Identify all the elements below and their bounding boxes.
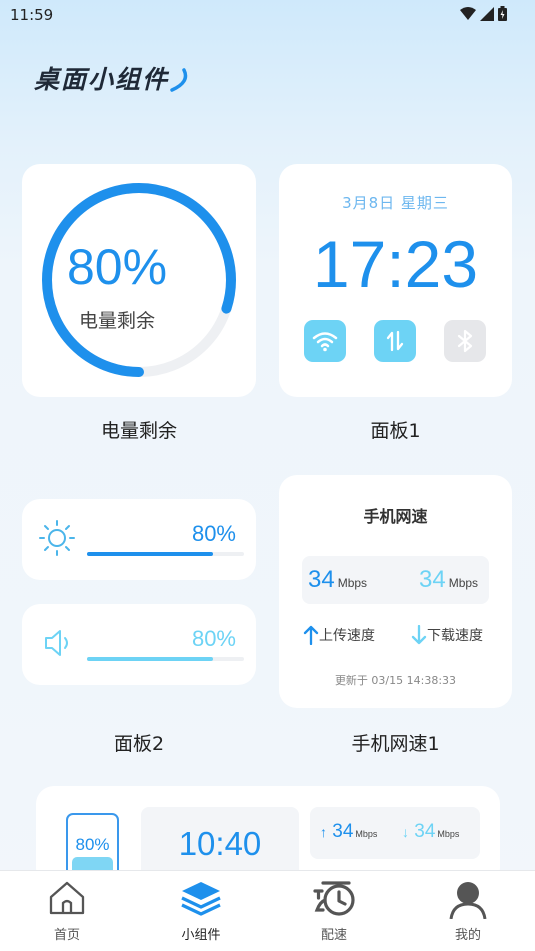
bottom-nav: 首页 小组件 配速 我的	[0, 870, 535, 951]
battery-caption: 电量剩余	[100, 420, 177, 442]
preview-upload-unit: Mbps	[355, 829, 378, 839]
wifi-icon	[312, 332, 338, 352]
nav-item-profile[interactable]: 我的	[418, 871, 518, 951]
volume-icon	[45, 630, 68, 656]
nav-item-pace[interactable]: 配速	[284, 871, 384, 951]
download-speed-value: 34	[419, 566, 446, 593]
cell-signal-icon	[480, 6, 494, 21]
panel2-caption: 面板2	[113, 733, 165, 755]
arrow-down-icon	[411, 625, 427, 645]
upload-label-text: 上传速度	[319, 628, 375, 644]
panel1-time: 17:23	[312, 227, 479, 301]
home-icon	[49, 881, 85, 915]
nav-label-widgets: 小组件	[181, 928, 221, 943]
network-widget-card[interactable]: 手机网速 34 Mbps 34 Mbps 上传速度 下载速度 更新于 03/15 1…	[279, 475, 512, 708]
preview-network: ↑ 34 Mbps ↓ 34 Mbps	[310, 807, 480, 859]
brightness-icon	[39, 520, 75, 556]
mobile-data-toggle[interactable]	[374, 320, 416, 362]
wifi-signal-icon	[460, 6, 476, 20]
battery-status-icon	[498, 6, 507, 21]
preview-arrow-down-icon: ↓	[402, 824, 409, 840]
nav-item-home[interactable]: 首页	[17, 871, 117, 951]
bluetooth-icon	[457, 329, 473, 353]
volume-widget-card[interactable]: 80%	[22, 604, 256, 685]
network-speed-box: 34 Mbps 34 Mbps	[302, 556, 489, 604]
upload-speed-unit: Mbps	[337, 576, 368, 590]
nav-label-home: 首页	[53, 928, 80, 943]
brightness-widget-card[interactable]: 80%	[22, 499, 256, 580]
preview-upload-value: 34	[332, 821, 354, 842]
preview-battery-percent: 80%	[75, 835, 110, 854]
nav-label-pace: 配速	[320, 928, 347, 943]
volume-slider-fill	[87, 657, 213, 661]
status-icons	[460, 6, 507, 21]
panel1-date: 3月8日 星期三	[342, 194, 449, 212]
upload-label: 上传速度	[303, 625, 375, 645]
battery-subtitle: 电量剩余	[78, 310, 155, 332]
preview-download: ↓ 34 Mbps	[402, 821, 459, 843]
title-swoosh-decoration	[170, 68, 188, 92]
data-transfer-icon	[386, 330, 404, 352]
nav-label-profile: 我的	[454, 928, 481, 943]
wifi-toggle[interactable]	[304, 320, 346, 362]
network-title: 手机网速	[363, 507, 428, 526]
preview-upload: ↑ 34 Mbps	[320, 821, 377, 843]
upload-speed: 34 Mbps	[308, 566, 367, 594]
download-speed-unit: Mbps	[448, 576, 479, 590]
download-label-text: 下载速度	[427, 628, 483, 644]
preview-download-unit: Mbps	[437, 829, 460, 839]
network-updated-time: 更新于 03/15 14:38:33	[334, 674, 457, 687]
bluetooth-toggle[interactable]	[444, 320, 486, 362]
download-speed: 34 Mbps	[419, 566, 478, 594]
page-title: 桌面小组件	[34, 65, 170, 94]
brightness-slider-fill	[87, 552, 213, 556]
status-time: 11:59	[10, 6, 54, 24]
preview-clock-time: 10:40	[178, 825, 262, 862]
brightness-value: 80%	[191, 521, 236, 546]
layers-icon	[181, 882, 221, 916]
volume-value: 80%	[191, 626, 236, 651]
brightness-slider[interactable]	[87, 552, 244, 556]
nav-item-widgets[interactable]: 小组件	[151, 871, 251, 951]
panel1-caption: 面板1	[370, 420, 421, 442]
volume-slider[interactable]	[87, 657, 244, 661]
preview-arrow-up-icon: ↑	[320, 824, 327, 840]
battery-percent: 80%	[66, 239, 168, 295]
preview-download-value: 34	[414, 821, 436, 842]
download-label: 下载速度	[411, 625, 483, 645]
history-icon	[313, 881, 355, 916]
network-caption: 手机网速1	[351, 733, 440, 755]
status-bar: 11:59	[0, 0, 535, 30]
arrow-up-icon	[303, 625, 319, 645]
profile-icon	[449, 882, 487, 919]
upload-speed-value: 34	[308, 566, 335, 593]
